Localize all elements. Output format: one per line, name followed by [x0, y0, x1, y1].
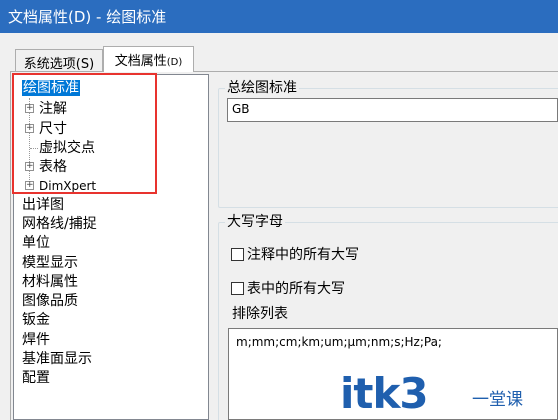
tree-item-image-quality[interactable]: 图像品质 — [22, 291, 78, 311]
tree-item-drawing-standard-label: 绘图标准 — [22, 80, 80, 96]
tab-system-options-label: 系统选项(S) — [23, 57, 95, 72]
checkbox-box — [231, 248, 244, 261]
tab-document-properties-suffix: (D) — [166, 57, 183, 68]
tree-item-dimxpert[interactable]: DimXpert — [39, 176, 96, 196]
tree-item-model-display[interactable]: 模型显示 — [22, 253, 78, 273]
tree-item-detailing[interactable]: 出详图 — [22, 195, 64, 215]
tree-item-material-properties[interactable]: 材料属性 — [22, 272, 78, 292]
all-uppercase-notes-label: 注释中的所有大写 — [247, 247, 359, 263]
tree-item-virtual-sharps[interactable]: 虚拟交点 — [39, 138, 95, 158]
tree-item-plane-display[interactable]: 基准面显示 — [22, 349, 92, 369]
tab-document-properties-label: 文档属性 — [114, 54, 167, 69]
expand-plus-icon[interactable]: + — [25, 181, 34, 190]
watermark-sub-text: 一堂课 — [472, 390, 523, 410]
tab-system-options[interactable]: 系统选项(S) — [15, 49, 103, 72]
all-uppercase-tables-label: 表中的所有大写 — [247, 281, 345, 297]
expand-plus-icon[interactable]: + — [25, 124, 34, 133]
all-uppercase-tables-checkbox[interactable]: 表中的所有大写 — [231, 281, 345, 299]
uppercase-group-label: 大写字母 — [225, 214, 285, 230]
site-watermark-logo: itk3 一堂课 — [340, 370, 558, 420]
tree-item-dimensions[interactable]: 尺寸 — [39, 119, 67, 139]
all-uppercase-notes-checkbox[interactable]: 注释中的所有大写 — [231, 247, 359, 265]
tree-item-sheet-metal[interactable]: 钣金 — [22, 310, 50, 330]
tree-item-configurations[interactable]: 配置 — [22, 368, 50, 388]
tab-document-properties[interactable]: 文档属性(D) — [103, 46, 194, 72]
expand-plus-icon[interactable]: + — [25, 162, 34, 171]
drafting-standard-select[interactable]: GB — [227, 98, 558, 122]
exclusion-list-label: 排除列表 — [232, 306, 288, 322]
tree-item-tables[interactable]: 表格 — [39, 157, 67, 177]
tree-item-annotations[interactable]: 注解 — [39, 99, 67, 119]
tree-item-weldments[interactable]: 焊件 — [22, 330, 50, 350]
expand-plus-icon[interactable]: + — [25, 104, 34, 113]
watermark-main-text: itk3 — [340, 369, 429, 418]
checkbox-box — [231, 282, 244, 295]
tree-item-drawing-standard[interactable]: 绘图标准 — [22, 78, 80, 98]
overall-standard-group-label: 总绘图标准 — [225, 80, 299, 96]
tree-item-units[interactable]: 单位 — [22, 233, 50, 253]
tree-connector-line — [30, 148, 38, 149]
window-title: 文档属性(D) - 绘图标准 — [0, 0, 558, 33]
tree-item-grid-snap[interactable]: 网格线/捕捉 — [22, 214, 97, 234]
